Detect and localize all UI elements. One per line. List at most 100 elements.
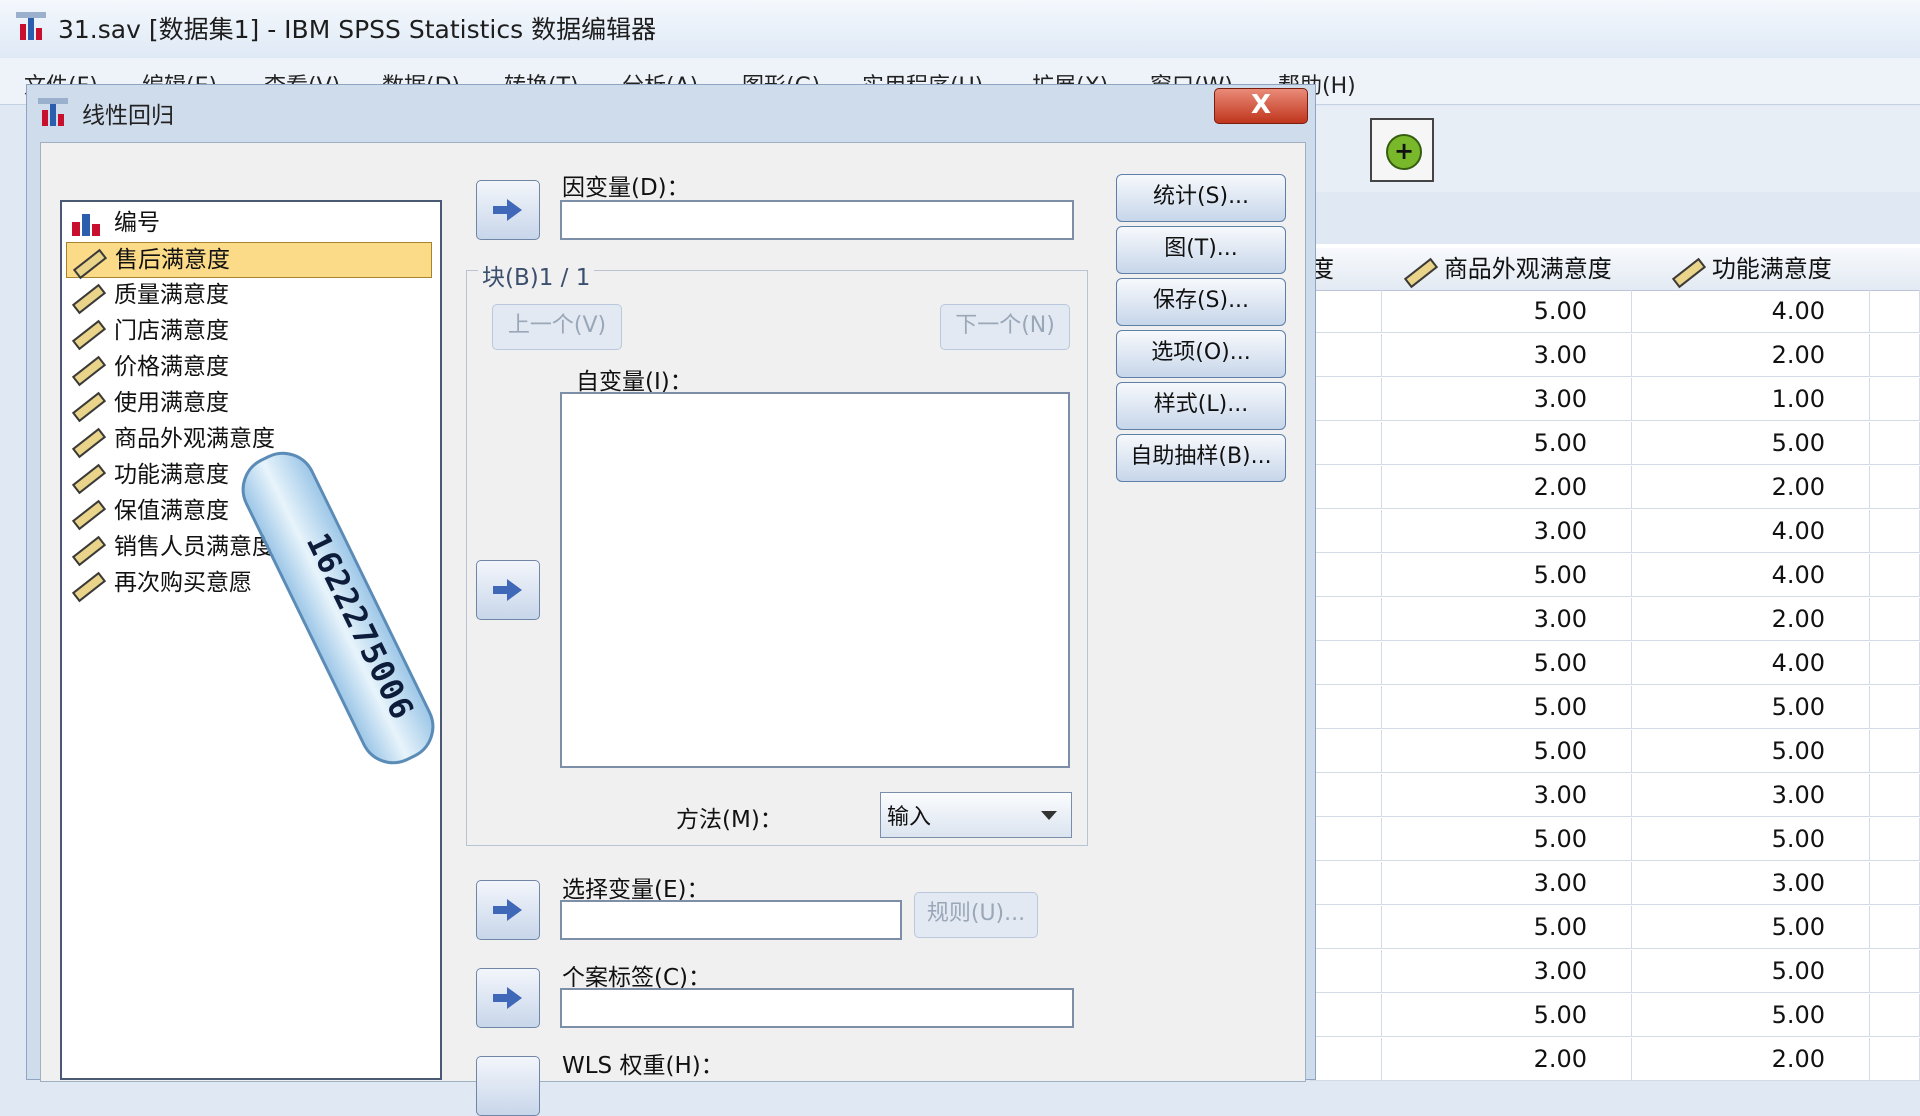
table-cell[interactable] [1870,950,1920,993]
table-cell[interactable] [1310,334,1382,377]
table-cell[interactable]: 4.00 [1632,290,1870,333]
table-cell[interactable]: 5.00 [1382,554,1632,597]
table-cell[interactable]: 2.00 [1632,334,1870,377]
selection-field[interactable] [560,900,902,940]
table-cell[interactable] [1870,862,1920,905]
table-cell[interactable] [1870,818,1920,861]
table-cell[interactable] [1870,642,1920,685]
table-cell[interactable] [1870,290,1920,333]
column-header[interactable]: 功能满意度 [1632,248,1871,291]
table-cell[interactable] [1870,686,1920,729]
table-cell[interactable] [1310,1038,1382,1081]
variable-item[interactable]: 商品外观满意度 [66,422,430,458]
variable-item[interactable]: 价格满意度 [66,350,430,386]
rule-button[interactable]: 规则(U)... [914,892,1038,938]
add-button[interactable]: + [1370,118,1434,182]
table-cell[interactable]: 5.00 [1632,906,1870,949]
table-cell[interactable]: 4.00 [1632,510,1870,553]
table-cell[interactable]: 5.00 [1632,730,1870,773]
table-cell[interactable]: 3.00 [1382,950,1632,993]
table-cell[interactable] [1310,818,1382,861]
table-cell[interactable]: 2.00 [1382,1038,1632,1081]
plots-button[interactable]: 图(T)... [1116,226,1286,274]
close-button[interactable]: X [1214,88,1308,124]
table-cell[interactable] [1870,422,1920,465]
table-cell[interactable]: 5.00 [1382,994,1632,1037]
table-cell[interactable] [1870,906,1920,949]
table-cell[interactable] [1310,686,1382,729]
table-cell[interactable] [1310,862,1382,905]
table-cell[interactable]: 2.00 [1632,1038,1870,1081]
table-cell[interactable]: 5.00 [1382,906,1632,949]
method-dropdown[interactable]: 输入 [880,792,1072,838]
variable-item[interactable]: 售后满意度 [66,242,432,279]
move-to-wls-button[interactable] [476,1056,540,1116]
table-cell[interactable]: 2.00 [1632,598,1870,641]
table-cell[interactable]: 3.00 [1382,862,1632,905]
table-cell[interactable]: 5.00 [1632,950,1870,993]
move-to-case-label-button[interactable] [476,968,540,1028]
column-header[interactable]: 度 [1310,248,1383,291]
style-button[interactable]: 样式(L)... [1116,382,1286,430]
table-cell[interactable] [1870,730,1920,773]
table-cell[interactable] [1310,598,1382,641]
table-cell[interactable]: 2.00 [1382,466,1632,509]
table-cell[interactable] [1870,554,1920,597]
options-button[interactable]: 选项(O)... [1116,330,1286,378]
move-to-selection-button[interactable] [476,880,540,940]
table-cell[interactable]: 3.00 [1382,378,1632,421]
table-cell[interactable] [1870,1038,1920,1081]
column-header[interactable]: 商品外观满意度 [1382,248,1633,291]
table-cell[interactable]: 5.00 [1382,818,1632,861]
table-cell[interactable]: 3.00 [1382,334,1632,377]
table-cell[interactable] [1870,774,1920,817]
variable-item[interactable]: 再次购买意愿 [66,566,430,602]
table-cell[interactable] [1310,950,1382,993]
table-cell[interactable]: 3.00 [1382,774,1632,817]
table-cell[interactable]: 3.00 [1382,510,1632,553]
dependent-field[interactable] [560,200,1074,240]
next-block-button[interactable]: 下一个(N) [940,304,1070,350]
table-cell[interactable] [1310,554,1382,597]
table-cell[interactable] [1310,378,1382,421]
table-cell[interactable] [1870,510,1920,553]
table-cell[interactable]: 4.00 [1632,642,1870,685]
table-cell[interactable] [1310,466,1382,509]
move-to-independent-button[interactable] [476,560,540,620]
variable-item[interactable]: 使用满意度 [66,386,430,422]
table-cell[interactable] [1310,642,1382,685]
table-cell[interactable] [1870,994,1920,1037]
variable-item[interactable]: 编号 [66,206,430,240]
table-cell[interactable]: 5.00 [1382,686,1632,729]
table-cell[interactable] [1310,994,1382,1037]
table-cell[interactable]: 2.00 [1632,466,1870,509]
bootstrap-button[interactable]: 自助抽样(B)... [1116,434,1286,482]
table-cell[interactable]: 5.00 [1382,730,1632,773]
table-cell[interactable] [1870,334,1920,377]
independent-list[interactable] [560,392,1070,768]
table-cell[interactable]: 3.00 [1632,862,1870,905]
table-cell[interactable]: 5.00 [1382,642,1632,685]
save-button[interactable]: 保存(S)... [1116,278,1286,326]
table-cell[interactable]: 3.00 [1382,598,1632,641]
table-cell[interactable]: 5.00 [1632,686,1870,729]
column-header[interactable] [1870,248,1920,291]
table-cell[interactable]: 5.00 [1632,994,1870,1037]
case-label-field[interactable] [560,988,1074,1028]
table-cell[interactable] [1870,378,1920,421]
table-cell[interactable] [1310,906,1382,949]
table-cell[interactable]: 5.00 [1382,422,1632,465]
table-cell[interactable] [1310,774,1382,817]
table-cell[interactable] [1870,466,1920,509]
table-cell[interactable] [1870,598,1920,641]
previous-block-button[interactable]: 上一个(V) [492,304,622,350]
variable-item[interactable]: 质量满意度 [66,278,430,314]
move-to-dependent-button[interactable] [476,180,540,240]
table-cell[interactable] [1310,510,1382,553]
variable-item[interactable]: 门店满意度 [66,314,430,350]
table-cell[interactable]: 4.00 [1632,554,1870,597]
table-cell[interactable]: 5.00 [1382,290,1632,333]
table-cell[interactable] [1310,730,1382,773]
statistics-button[interactable]: 统计(S)... [1116,174,1286,222]
table-cell[interactable]: 5.00 [1632,422,1870,465]
